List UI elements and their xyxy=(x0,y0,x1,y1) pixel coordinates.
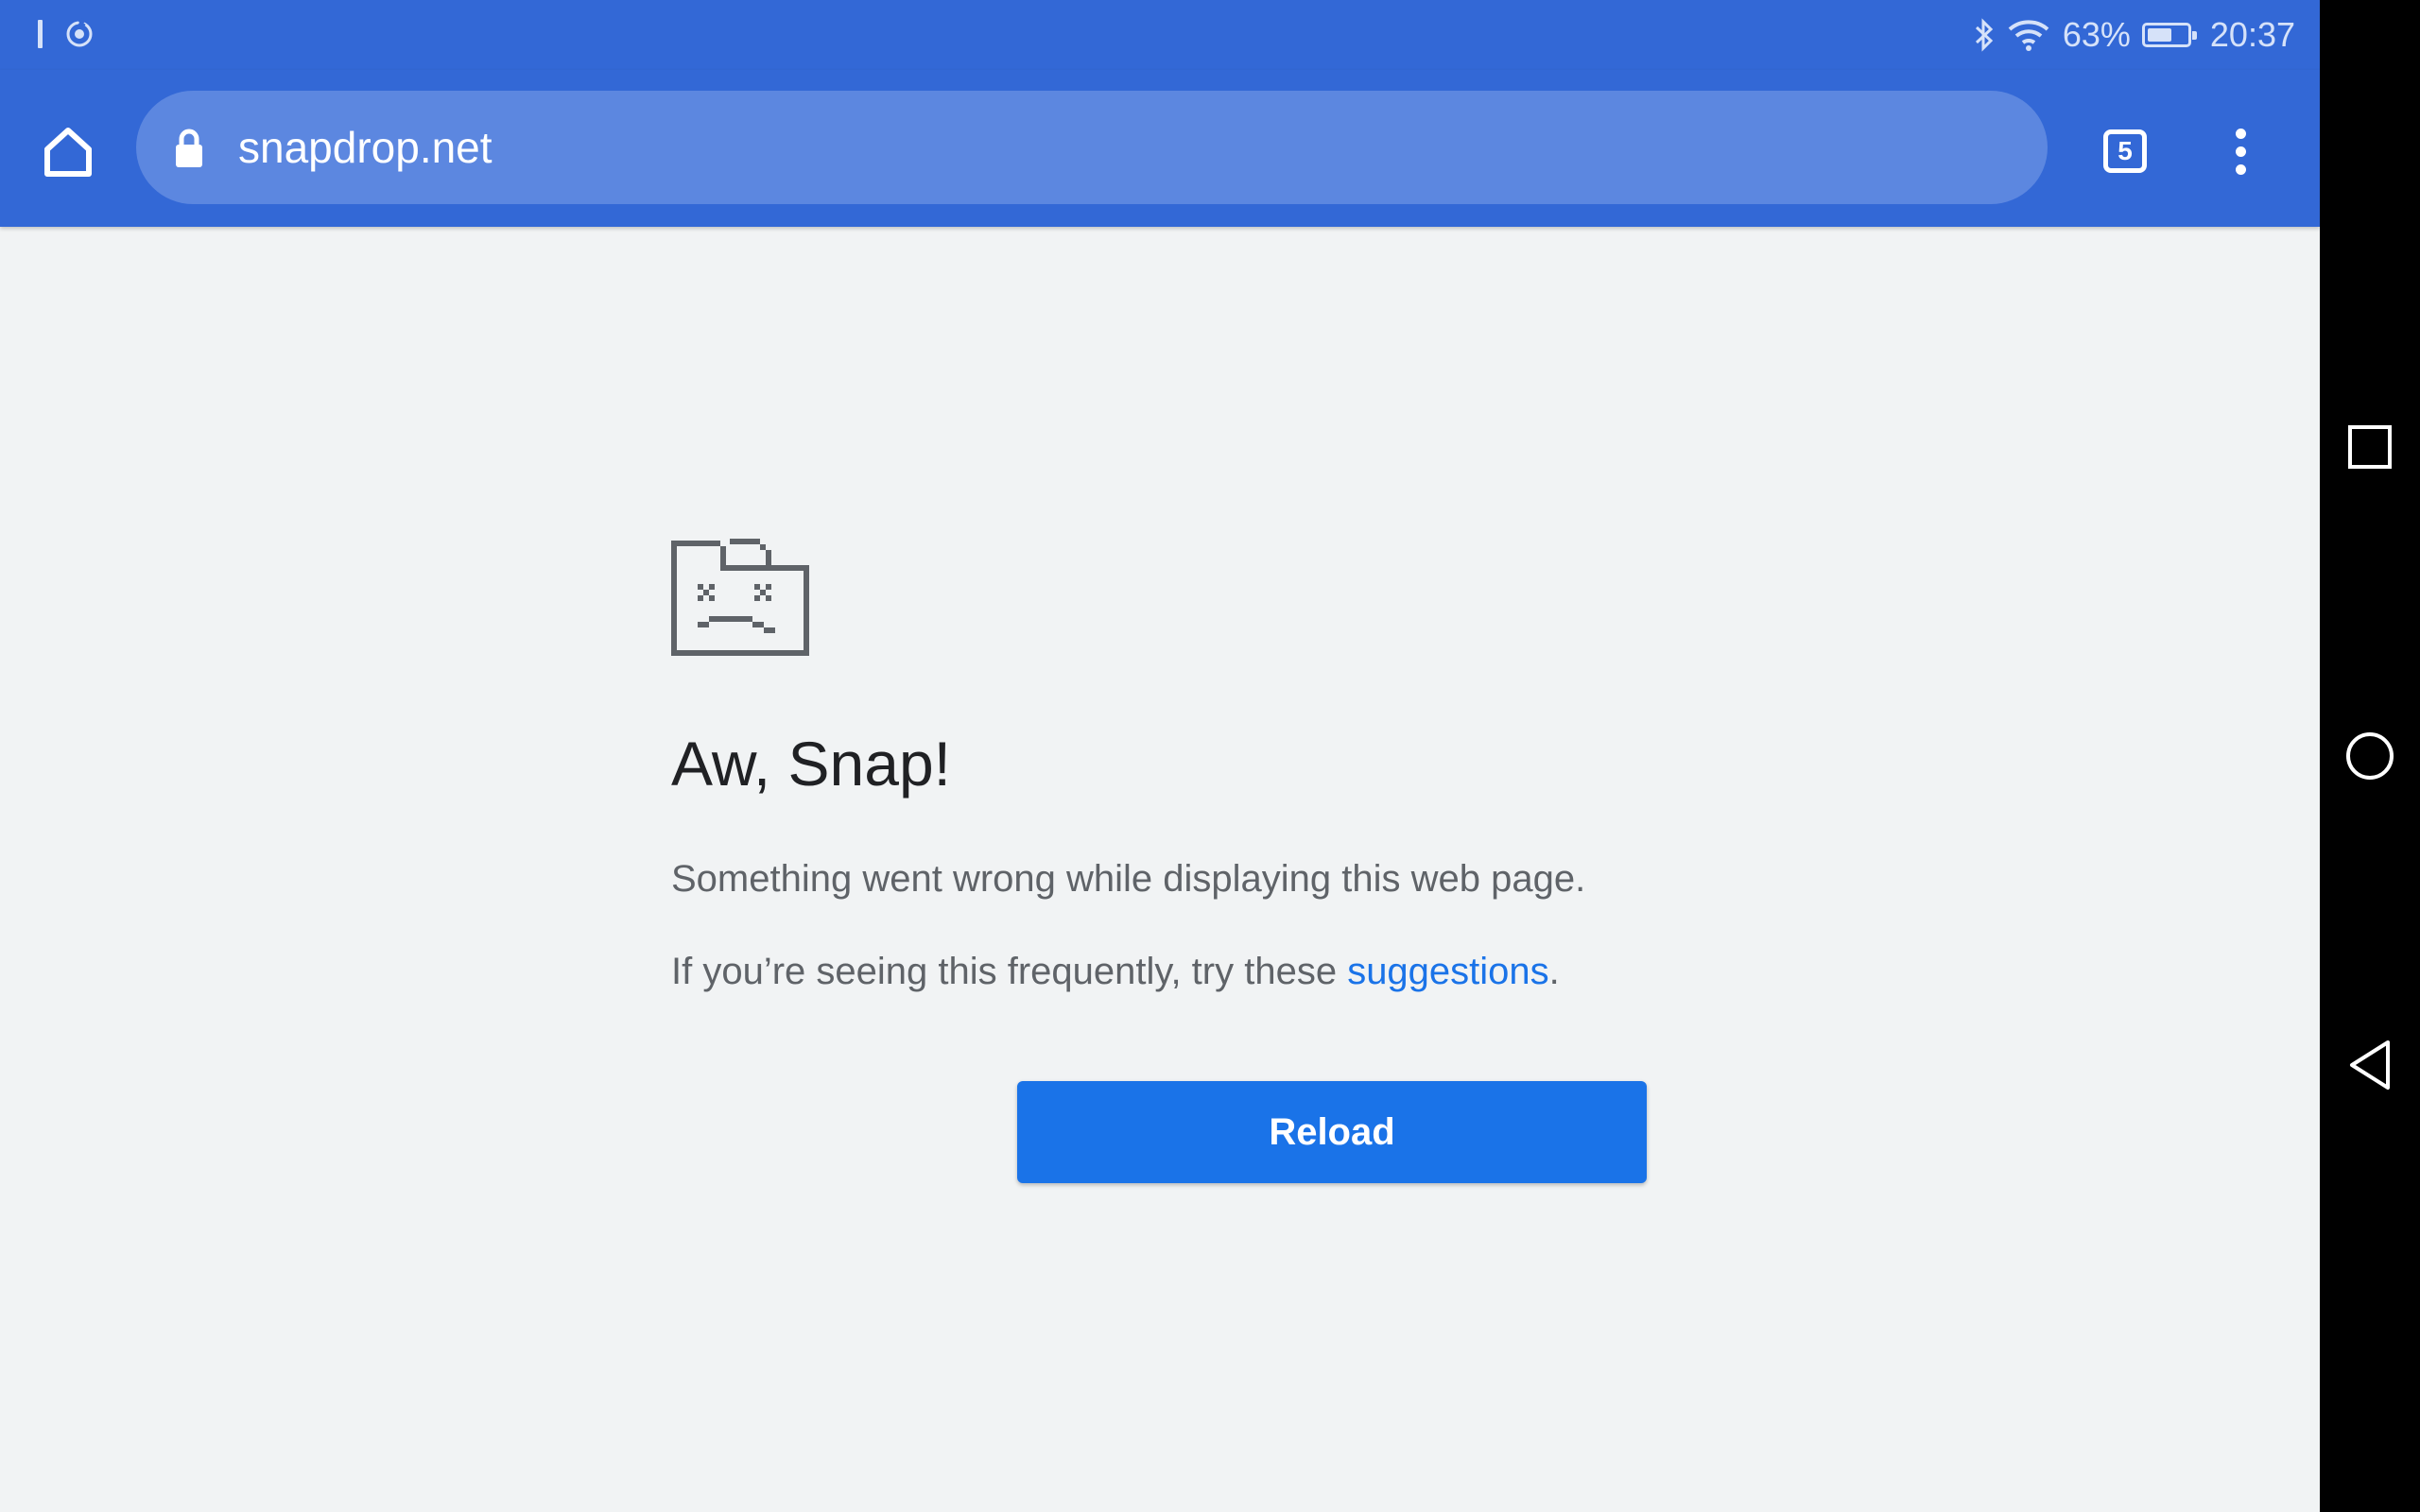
battery-fill xyxy=(2147,28,2171,42)
tab-switcher-button[interactable]: 5 xyxy=(2089,115,2161,187)
system-nav-bar xyxy=(2320,0,2420,1512)
back-button[interactable] xyxy=(2337,1032,2403,1098)
home-nav-button[interactable] xyxy=(2337,723,2403,789)
notification-bar-icon xyxy=(38,20,43,48)
wifi-icon xyxy=(2008,20,2049,51)
error-message: Something went wrong while displaying th… xyxy=(671,858,1586,900)
status-time: 20:37 xyxy=(2209,15,2295,54)
address-bar[interactable]: snapdrop.net xyxy=(136,91,2048,204)
status-left xyxy=(38,17,95,51)
battery-percent: 63% xyxy=(2062,15,2131,54)
browser-toolbar: snapdrop.net 5 xyxy=(0,70,2320,227)
menu-dot xyxy=(2235,128,2246,139)
sad-tab-icon xyxy=(671,539,809,656)
status-bar: 63% 20:37 xyxy=(0,0,2320,70)
bluetooth-icon xyxy=(1975,18,1994,52)
recent-apps-icon xyxy=(2348,425,2392,469)
lock-icon xyxy=(176,129,202,167)
menu-dot xyxy=(2235,163,2246,175)
error-heading: Aw, Snap! xyxy=(671,729,952,799)
error-hint: If you’re seeing this frequently, try th… xyxy=(671,951,1560,993)
screen-rotation-icon xyxy=(66,18,93,47)
home-button[interactable] xyxy=(32,115,104,187)
recent-apps-button[interactable] xyxy=(2337,414,2403,480)
battery-icon xyxy=(2141,23,2197,47)
back-icon xyxy=(2350,1040,2390,1090)
more-vert-icon[interactable] xyxy=(2204,115,2276,187)
hint-suffix: . xyxy=(1548,951,1560,992)
tab-switcher-icon: 5 xyxy=(2103,129,2147,173)
home-circle-icon xyxy=(2346,732,2394,780)
hint-prefix: If you’re seeing this frequently, try th… xyxy=(671,951,1348,992)
reload-button[interactable]: Reload xyxy=(1017,1081,1647,1183)
home-icon xyxy=(44,128,92,177)
tab-count: 5 xyxy=(2118,136,2133,165)
browser-screen: 63% 20:37 snapdrop.net 5 Aw, Snap! Somet… xyxy=(0,0,2320,1512)
error-page: Aw, Snap! Something went wrong while dis… xyxy=(0,227,2320,1512)
suggestions-link[interactable]: suggestions xyxy=(1347,951,1548,992)
menu-dot xyxy=(2235,146,2246,157)
status-right: 63% 20:37 xyxy=(1974,11,2295,59)
url-text[interactable]: snapdrop.net xyxy=(238,91,493,204)
